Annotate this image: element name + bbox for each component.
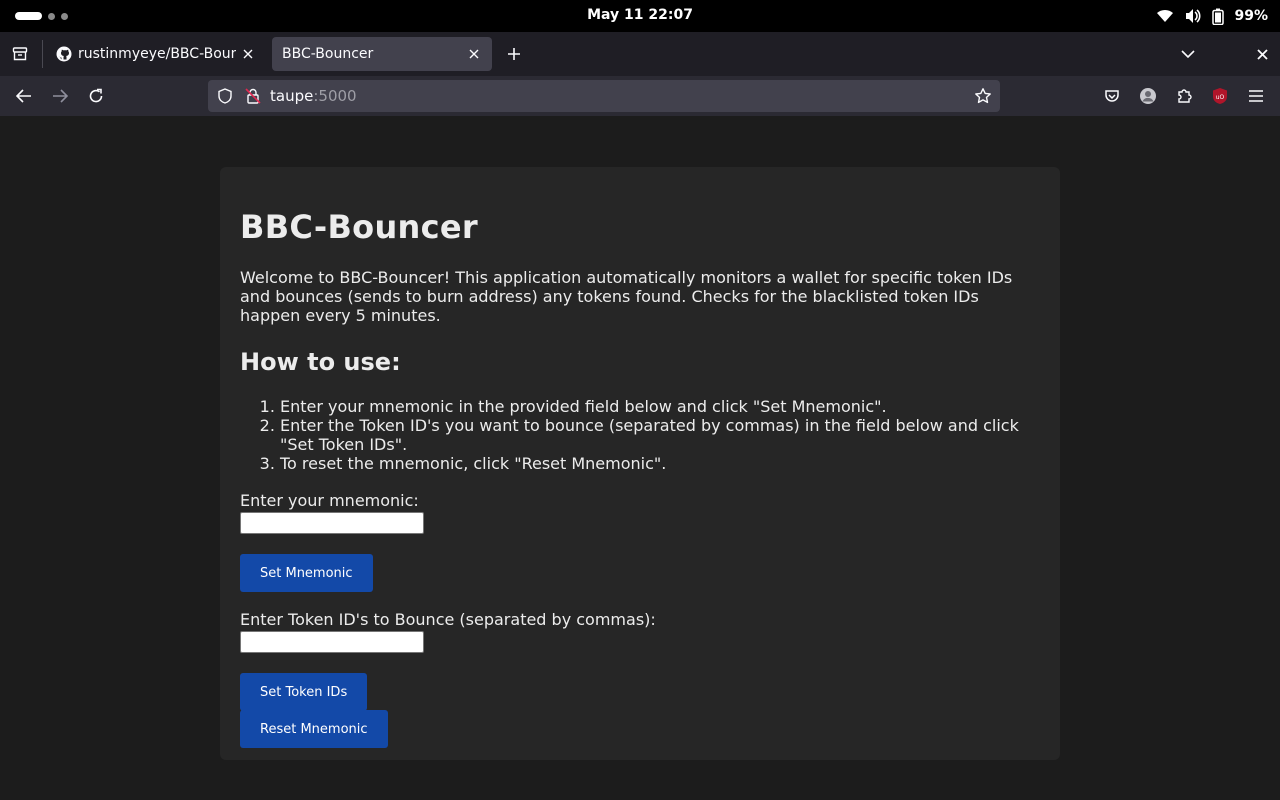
ublock-origin-button[interactable]: uO: [1206, 82, 1234, 110]
tab-separator: [42, 40, 43, 68]
url-host: taupe: [270, 87, 314, 105]
token-ids-input[interactable]: [240, 631, 424, 653]
hamburger-menu-icon: [1249, 90, 1263, 102]
back-button[interactable]: [10, 82, 38, 110]
set-mnemonic-button[interactable]: Set Mnemonic: [240, 554, 373, 592]
close-window-button[interactable]: [1248, 40, 1276, 68]
page-viewport: BBC-Bouncer Welcome to BBC-Bouncer! This…: [0, 116, 1280, 800]
browser-nav-bar: taupe:5000 uO: [0, 76, 1280, 116]
forward-button[interactable]: [46, 82, 74, 110]
howto-heading: How to use:: [240, 348, 401, 376]
plus-icon: [508, 48, 520, 60]
tab-title: BBC-Bouncer: [282, 46, 374, 62]
mnemonic-form: Enter your mnemonic: Set Mnemonic: [240, 491, 1040, 592]
reload-icon: [89, 88, 103, 103]
new-tab-button[interactable]: [500, 40, 528, 68]
wifi-icon: [1156, 8, 1174, 24]
account-button[interactable]: [1134, 82, 1162, 110]
chevron-down-icon: [1181, 50, 1195, 59]
system-tray[interactable]: 99%: [1156, 5, 1268, 27]
system-top-bar: May 11 22:07 99%: [0, 0, 1280, 32]
mnemonic-label: Enter your mnemonic:: [240, 491, 419, 510]
tab-github[interactable]: rustinmyeye/BBC-Bouncer: [46, 37, 266, 71]
instruction-step: Enter the Token ID's you want to bounce …: [280, 416, 1040, 454]
svg-text:uO: uO: [1216, 94, 1225, 101]
url-bar[interactable]: taupe:5000: [208, 80, 1000, 112]
extensions-button[interactable]: [1170, 82, 1198, 110]
insecure-lock-icon[interactable]: [244, 87, 262, 105]
tracking-protection-shield-icon[interactable]: [216, 87, 234, 105]
pocket-icon: [1105, 90, 1119, 102]
token-ids-label: Enter Token ID's to Bounce (separated by…: [240, 610, 656, 629]
bookmark-star-icon[interactable]: [974, 87, 992, 105]
volume-icon: [1184, 8, 1202, 24]
system-clock[interactable]: May 11 22:07: [0, 7, 1280, 23]
tab-title: rustinmyeye/BBC-Bouncer: [78, 46, 236, 62]
url-text[interactable]: taupe:5000: [270, 87, 357, 105]
close-tab-icon[interactable]: [240, 46, 256, 62]
close-icon: [1256, 48, 1268, 60]
firefox-view-button[interactable]: [6, 40, 34, 68]
instruction-step: To reset the mnemonic, click "Reset Mnem…: [280, 454, 1040, 473]
intro-paragraph: Welcome to BBC-Bouncer! This application…: [240, 268, 1013, 325]
browser-tab-strip: rustinmyeye/BBC-Bouncer BBC-Bouncer: [0, 32, 1280, 76]
main-card: BBC-Bouncer Welcome to BBC-Bouncer! This…: [220, 167, 1060, 760]
list-all-tabs-button[interactable]: [1174, 40, 1202, 68]
back-arrow-icon: [16, 89, 31, 103]
ublock-origin-icon: uO: [1213, 88, 1227, 104]
url-port: :5000: [313, 87, 357, 105]
battery-icon: [1212, 8, 1225, 25]
instructions-list: Enter your mnemonic in the provided fiel…: [240, 397, 1040, 473]
close-tab-icon[interactable]: [466, 46, 482, 62]
tab-bbc-bouncer[interactable]: BBC-Bouncer: [272, 37, 492, 71]
set-token-ids-button[interactable]: Set Token IDs: [240, 673, 368, 711]
firefox-view-icon: [12, 47, 28, 61]
battery-percentage: 99%: [1234, 8, 1268, 24]
instruction-step: Enter your mnemonic in the provided fiel…: [280, 397, 1040, 416]
reload-button[interactable]: [82, 82, 110, 110]
puzzle-piece-icon: [1178, 89, 1192, 103]
mnemonic-input[interactable]: [240, 512, 424, 534]
pocket-button[interactable]: [1098, 82, 1126, 110]
page-title: BBC-Bouncer: [240, 208, 478, 246]
github-icon: [56, 46, 72, 62]
token-form: Enter Token ID's to Bounce (separated by…: [240, 610, 1040, 711]
account-avatar-icon: [1140, 88, 1156, 104]
forward-arrow-icon: [53, 89, 68, 103]
app-menu-button[interactable]: [1242, 82, 1270, 110]
reset-mnemonic-button[interactable]: Reset Mnemonic: [240, 710, 388, 748]
